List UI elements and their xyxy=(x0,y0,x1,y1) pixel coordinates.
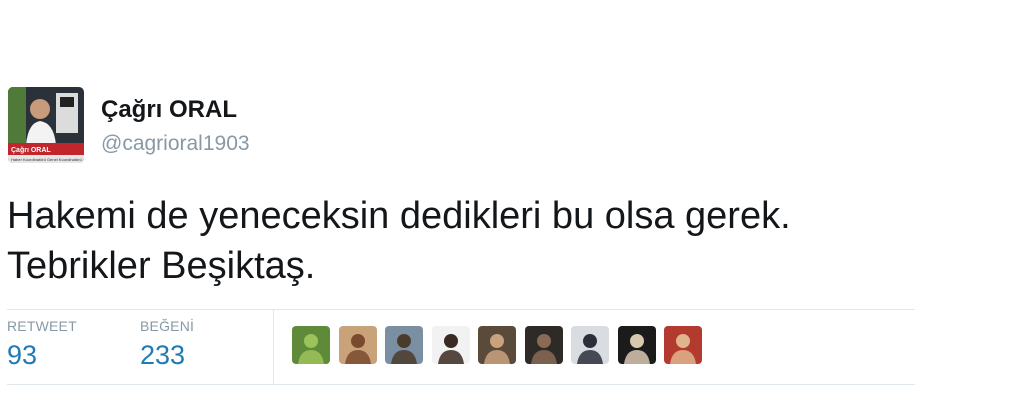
tweet-card: Çağrı ORAL Haber Koordinatörü Genel Koor… xyxy=(0,0,1024,401)
liker-avatar-icon xyxy=(292,326,330,364)
liker-avatar-2[interactable] xyxy=(339,326,377,364)
like-label: BEĞENİ xyxy=(140,318,195,334)
liker-avatar-4[interactable] xyxy=(432,326,470,364)
liker-avatar-6[interactable] xyxy=(525,326,563,364)
liker-avatar-9[interactable] xyxy=(664,326,702,364)
tweet-text: Hakemi de yeneceksin dedikleri bu olsa g… xyxy=(7,191,927,291)
liker-avatar-icon xyxy=(571,326,609,364)
stats-vertical-divider xyxy=(273,310,274,384)
avatar-image: Çağrı ORAL Haber Koordinatörü Genel Koor… xyxy=(8,87,84,163)
tweet-text-line-2: Tebrikler Beşiktaş. xyxy=(7,245,316,287)
liker-avatar-icon xyxy=(664,326,702,364)
user-handle[interactable]: @cagrioral1903 xyxy=(101,132,250,156)
display-name[interactable]: Çağrı ORAL xyxy=(101,96,237,124)
liker-avatar-icon xyxy=(432,326,470,364)
like-stat[interactable]: BEĞENİ 233 xyxy=(140,318,194,371)
liker-avatar-1[interactable] xyxy=(292,326,330,364)
liker-avatar-icon xyxy=(618,326,656,364)
profile-avatar[interactable]: Çağrı ORAL Haber Koordinatörü Genel Koor… xyxy=(8,87,84,163)
liker-avatar-5[interactable] xyxy=(478,326,516,364)
avatar-subcaption: Haber Koordinatörü Genel Koordinatörü xyxy=(11,157,82,162)
retweet-count: 93 xyxy=(7,340,38,370)
avatar-caption: Çağrı ORAL xyxy=(11,147,51,154)
retweet-stat[interactable]: RETWEET 93 xyxy=(7,318,77,371)
liker-avatar-3[interactable] xyxy=(385,326,423,364)
liker-avatar-icon xyxy=(385,326,423,364)
liker-avatar-icon xyxy=(525,326,563,364)
tweet-text-line-1: Hakemi de yeneceksin dedikleri bu olsa g… xyxy=(7,195,791,237)
retweet-label: RETWEET xyxy=(7,318,77,334)
liker-avatar-8[interactable] xyxy=(618,326,656,364)
liker-avatar-icon xyxy=(478,326,516,364)
liker-avatar-7[interactable] xyxy=(571,326,609,364)
liker-avatar-icon xyxy=(339,326,377,364)
stats-top-divider xyxy=(7,309,915,310)
like-count: 233 xyxy=(140,340,186,370)
stats-bottom-divider xyxy=(7,384,915,385)
